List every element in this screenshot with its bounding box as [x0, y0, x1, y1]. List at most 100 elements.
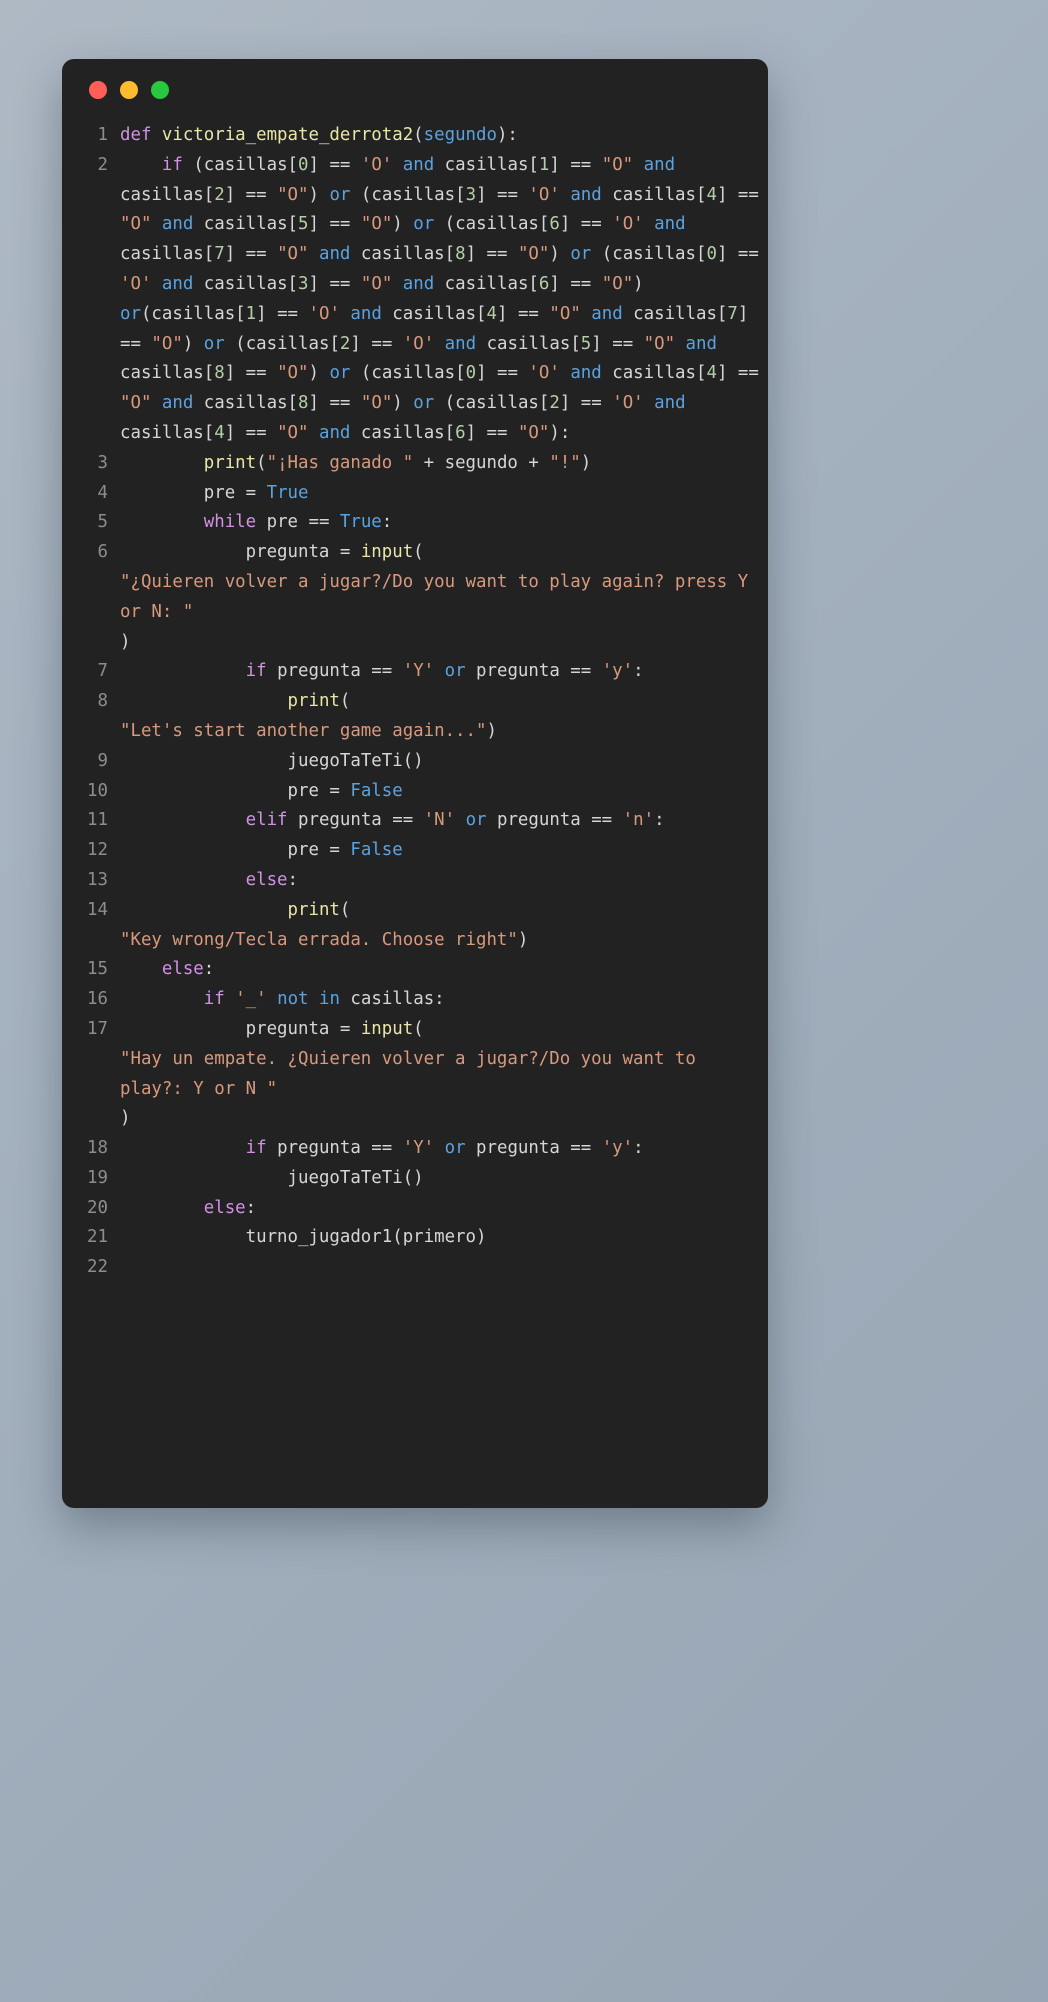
code-token: and — [402, 154, 435, 175]
code-token: 1 — [245, 303, 257, 324]
code-token: else — [161, 959, 204, 980]
code-token: '_' — [235, 989, 267, 1010]
code-line: 16 if '_' not in casillas: — [62, 985, 768, 1015]
code-line-text[interactable]: pre = False — [108, 836, 768, 866]
code-token: "!" — [549, 452, 581, 473]
code-token: or — [413, 214, 435, 235]
code-line-text[interactable]: else: — [108, 1194, 768, 1224]
code-line-text[interactable]: print( "Let's start another game again..… — [108, 687, 768, 747]
code-token: ( — [413, 125, 424, 145]
code-line-text[interactable]: turno_jugador1(primero) — [108, 1223, 768, 1253]
code-token: if — [245, 1138, 267, 1159]
code-token: True — [339, 512, 382, 533]
code-token: input — [360, 1018, 414, 1039]
line-number: 7 — [97, 661, 108, 682]
code-token: 6 — [538, 273, 550, 294]
code-line-text[interactable]: else: — [108, 866, 768, 896]
code-line-text[interactable]: def victoria_empate_derrota2(segundo): — [108, 121, 768, 151]
code-line-text[interactable]: pregunta = input( "¿Quieren volver a jug… — [108, 538, 768, 657]
minimize-button-icon[interactable] — [120, 81, 138, 99]
code-token: pre = — [120, 840, 351, 861]
maximize-button-icon[interactable] — [151, 81, 169, 99]
code-token: if — [245, 661, 267, 682]
code-token: and — [444, 333, 477, 354]
code-token: "O" — [360, 393, 393, 414]
code-token: ) — [580, 452, 592, 473]
code-token: ] == — [465, 422, 518, 443]
code-token: "O" — [360, 214, 393, 235]
code-token: pregunta = — [120, 542, 361, 563]
code-token: pregunta == — [266, 1138, 403, 1159]
code-line-text[interactable]: if '_' not in casillas: — [108, 985, 768, 1015]
code-line: 11 elif pregunta == 'N' or pregunta == '… — [62, 806, 768, 836]
code-line: 1 def victoria_empate_derrota2(segundo): — [62, 121, 768, 151]
code-token: 2 — [214, 184, 225, 205]
line-number: 20 — [87, 1197, 108, 1218]
code-token: ] == — [716, 244, 759, 265]
code-token: 6 — [549, 214, 560, 235]
line-number: 2 — [97, 154, 108, 175]
code-token: "O" — [643, 333, 676, 354]
code-token: 1 — [538, 154, 550, 175]
code-token: 8 — [214, 363, 225, 384]
code-token: 4 — [706, 184, 717, 205]
code-editor-body[interactable]: 1 def victoria_empate_derrota2(segundo): 2… — [62, 121, 768, 1283]
code-token: ] == — [224, 184, 278, 205]
close-button-icon[interactable] — [89, 81, 107, 99]
code-line-text[interactable]: print( "Key wrong/Tecla errada. Choose r… — [108, 896, 768, 956]
line-number: 14 — [87, 899, 108, 920]
code-line-text[interactable]: pre = False — [108, 777, 768, 807]
code-token: ) — [120, 1108, 131, 1129]
code-line-text[interactable]: else: — [108, 955, 768, 985]
code-line: 19 juegoTaTeTi() — [62, 1164, 768, 1194]
code-line-text[interactable]: juegoTaTeTi() — [108, 1164, 768, 1194]
code-line-text[interactable]: while pre == True: — [108, 508, 768, 538]
code-token: ( — [339, 691, 351, 712]
code-line-text[interactable]: if pregunta == 'Y' or pregunta == 'y': — [108, 1134, 768, 1164]
code-token: + segundo + — [413, 452, 550, 473]
code-token: 4 — [486, 303, 498, 324]
code-token: 'O' — [528, 184, 560, 205]
code-token: and — [161, 273, 194, 294]
code-line-text[interactable]: pre = True — [108, 479, 768, 509]
code-token: "O" — [277, 422, 309, 443]
code-token: ] == — [559, 393, 613, 414]
code-token: casillas[ — [193, 393, 299, 414]
code-token: (casillas[ — [350, 363, 466, 384]
code-line-text[interactable]: if (casillas[0] == 'O' and casillas[1] =… — [108, 151, 768, 449]
code-token: casillas[ — [381, 303, 487, 324]
code-token: def — [120, 125, 162, 145]
code-token: and — [570, 184, 602, 205]
code-line-text[interactable]: juegoTaTeTi() — [108, 747, 768, 777]
window-titlebar — [62, 59, 768, 121]
code-line-text[interactable]: if pregunta == 'Y' or pregunta == 'y': — [108, 657, 768, 687]
code-line: 15 else: — [62, 955, 768, 985]
code-token: 7 — [214, 244, 225, 265]
code-token: (casillas[ — [434, 393, 550, 414]
code-token: "O" — [277, 363, 309, 384]
code-line-text[interactable]: elif pregunta == 'N' or pregunta == 'n': — [108, 806, 768, 836]
code-token: "O" — [120, 393, 152, 414]
line-number: 18 — [87, 1138, 108, 1159]
code-token: 'O' — [612, 214, 644, 235]
code-token: ) — [392, 393, 414, 414]
code-line-text[interactable] — [108, 1253, 768, 1283]
code-token: (casillas[ — [434, 214, 550, 235]
code-token: (casillas[ — [140, 303, 246, 324]
code-token: 'O' — [612, 393, 644, 414]
code-token: and — [654, 214, 686, 235]
code-line: 18 if pregunta == 'Y' or pregunta == 'y'… — [62, 1134, 768, 1164]
code-token: 5 — [580, 333, 592, 354]
code-token: : — [381, 512, 393, 533]
code-line-text[interactable]: pregunta = input( "Hay un empate. ¿Quier… — [108, 1015, 768, 1134]
code-token: "O" — [360, 273, 393, 294]
code-line-text[interactable]: print("¡Has ganado " + segundo + "!") — [108, 449, 768, 479]
